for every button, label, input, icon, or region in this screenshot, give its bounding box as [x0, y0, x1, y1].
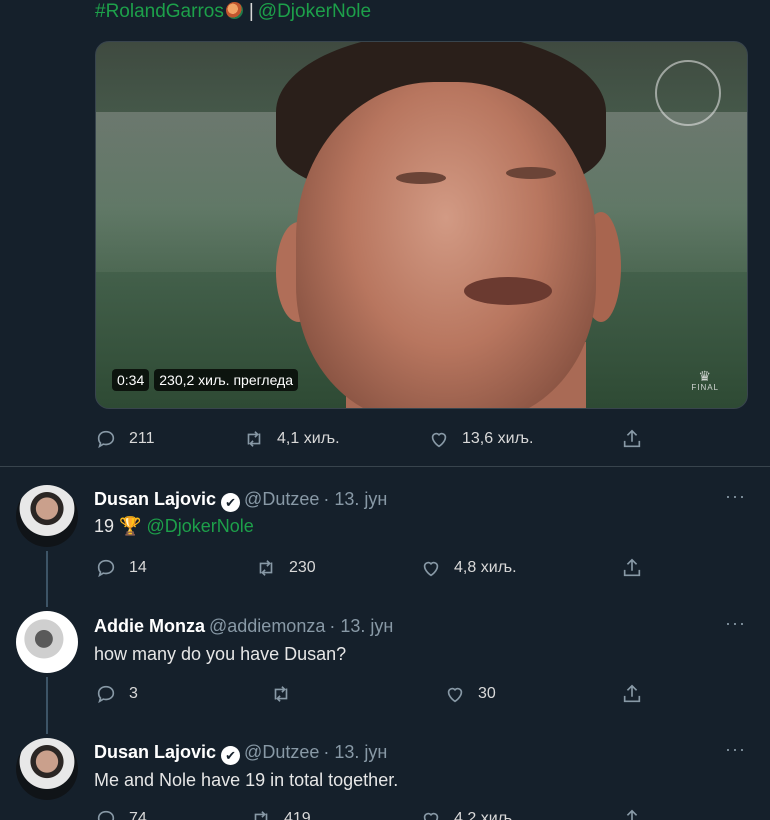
video-player[interactable]: ♛ FINAL 0:34 230,2 хиљ. прегледа	[95, 41, 748, 409]
trophy-emoji-icon: 🏆	[119, 516, 142, 536]
final-watermark-icon: ♛ FINAL	[691, 368, 719, 392]
timestamp[interactable]: · 13. јун	[323, 742, 387, 762]
like-button[interactable]: 13,6 хиљ.	[428, 428, 533, 450]
handle[interactable]: @Dutzee	[244, 489, 319, 509]
timestamp[interactable]: · 13. јун	[329, 616, 393, 636]
video-frame-face	[296, 82, 596, 408]
heart-icon	[447, 687, 463, 703]
reply-button[interactable]: 74	[95, 808, 147, 820]
video-frame-eye	[506, 167, 556, 179]
reply-icon	[97, 430, 115, 449]
retweet-icon	[254, 811, 268, 820]
heart-icon	[423, 561, 439, 577]
like-button[interactable]: 4,2 хиљ.	[420, 808, 517, 820]
heart-icon	[423, 812, 439, 820]
display-name[interactable]: Dusan Lajovic	[94, 742, 216, 762]
roland-garros-watermark-icon	[655, 60, 721, 126]
retweet-icon	[259, 560, 273, 576]
reply-icon	[97, 685, 115, 704]
reply-button[interactable]: 14	[95, 557, 147, 579]
tweet-text: 19 🏆 @DjokerNole	[94, 516, 254, 536]
share-button[interactable]	[621, 683, 643, 705]
video-badges: 0:34 230,2 хиљ. прегледа	[112, 369, 299, 391]
display-name[interactable]: Dusan Lajovic	[94, 489, 216, 509]
tweet-text: Me and Nole have 19 in total together.	[94, 770, 399, 790]
share-button[interactable]	[621, 557, 643, 579]
thread-connector	[46, 677, 48, 734]
reply-button[interactable]: 3	[95, 683, 138, 705]
mention-link[interactable]: @DjokerNole	[258, 1, 371, 22]
like-button[interactable]: 4,8 хиљ.	[420, 557, 517, 579]
timestamp[interactable]: · 13. јун	[323, 489, 387, 509]
handle[interactable]: @addiemonza	[209, 616, 325, 636]
reply-icon	[97, 559, 115, 578]
retweet-button[interactable]: 419	[250, 808, 311, 820]
more-options-button[interactable]: ···	[725, 739, 746, 760]
share-button[interactable]	[621, 428, 643, 450]
retweet-button[interactable]: 230	[255, 557, 316, 579]
share-icon	[623, 684, 641, 703]
divider	[0, 466, 770, 467]
retweet-button[interactable]: 4,1 хиљ.	[243, 428, 340, 450]
video-views: 230,2 хиљ. прегледа	[154, 369, 299, 391]
avatar[interactable]	[16, 485, 78, 547]
heart-icon	[431, 432, 447, 448]
retweet-icon	[247, 431, 261, 447]
reply-icon	[97, 810, 115, 820]
separator: |	[248, 1, 254, 22]
reply-button[interactable]: 211	[95, 428, 155, 450]
tweet-thread: #RolandGarros | @DjokerNole ♛ FINAL 0:34 2…	[0, 0, 770, 820]
tweet-header: Dusan Lajovic ✔ @Dutzee · 13. јун	[94, 741, 387, 765]
share-icon	[623, 429, 641, 448]
share-icon	[623, 558, 641, 577]
verified-badge-icon: ✔	[221, 746, 241, 765]
tweet-header: Dusan Lajovic ✔ @Dutzee · 13. јун	[94, 488, 387, 512]
thread-connector	[46, 551, 48, 607]
retweet-icon	[274, 686, 288, 702]
video-frame-eye	[396, 172, 446, 184]
video-frame-mouth	[464, 277, 552, 305]
verified-badge-icon: ✔	[221, 493, 241, 512]
tweet-hashtag-line: #RolandGarros | @DjokerNole	[95, 0, 371, 26]
more-options-button[interactable]: ···	[725, 486, 746, 507]
handle[interactable]: @Dutzee	[244, 742, 319, 762]
hashtag-link[interactable]: #RolandGarros	[95, 1, 224, 22]
avatar[interactable]	[16, 738, 78, 800]
video-duration: 0:34	[112, 369, 150, 391]
mention-link[interactable]: @DjokerNole	[146, 516, 253, 536]
share-button[interactable]	[621, 808, 643, 820]
more-options-button[interactable]: ···	[725, 613, 746, 634]
share-icon	[626, 809, 638, 820]
retweet-button[interactable]	[270, 683, 304, 705]
like-button[interactable]: 30	[444, 683, 496, 705]
roland-garros-emoji-icon	[225, 2, 243, 19]
avatar[interactable]	[16, 611, 78, 673]
tweet-header: Addie Monza @addiemonza · 13. јун	[94, 615, 393, 637]
display-name[interactable]: Addie Monza	[94, 616, 205, 636]
tweet-text: how many do you have Dusan?	[94, 644, 347, 664]
trophy-watermark-icon: ♛	[698, 368, 712, 384]
